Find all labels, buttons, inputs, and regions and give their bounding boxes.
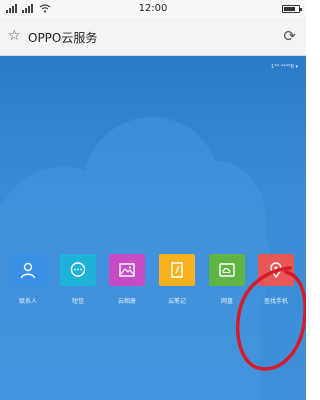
app-cloud-notes[interactable]: 云笔记 — [159, 254, 195, 305]
star-icon[interactable]: ☆ — [8, 28, 21, 44]
app-label: 联系人 — [18, 298, 37, 305]
battery-icon — [282, 5, 302, 13]
note-icon — [171, 262, 183, 278]
account-selector[interactable]: 1**·****8 ▾ — [271, 64, 298, 70]
chat-bubble-icon — [70, 262, 86, 277]
status-bar: 12:00 — [0, 0, 306, 18]
refresh-icon[interactable]: ⟳ — [283, 27, 296, 45]
app-label: 云相册 — [117, 298, 136, 305]
app-cloud-album[interactable]: 云相册 — [109, 254, 145, 305]
page-title: OPPO云服务 — [28, 31, 98, 45]
app-tile[interactable] — [109, 254, 145, 286]
app-tile[interactable] — [159, 254, 195, 286]
picture-icon — [119, 263, 135, 277]
app-messages[interactable]: 短信 — [60, 254, 96, 305]
app-contacts[interactable]: 联系人 — [10, 254, 46, 305]
address-bar[interactable]: ☆ OPPO云服务 ⟳ — [0, 18, 306, 56]
clock: 12:00 — [138, 3, 168, 14]
app-tile[interactable] — [60, 254, 96, 286]
app-label: 短信 — [71, 298, 84, 305]
app-tile[interactable] — [10, 254, 46, 286]
highlight-circle — [236, 266, 306, 371]
app-label: 云笔记 — [167, 298, 186, 305]
person-icon — [20, 262, 36, 279]
main-content: 1**·****8 ▾ 联系人 短信 云相册 云笔记 网盘 查找手机 — [0, 56, 306, 400]
